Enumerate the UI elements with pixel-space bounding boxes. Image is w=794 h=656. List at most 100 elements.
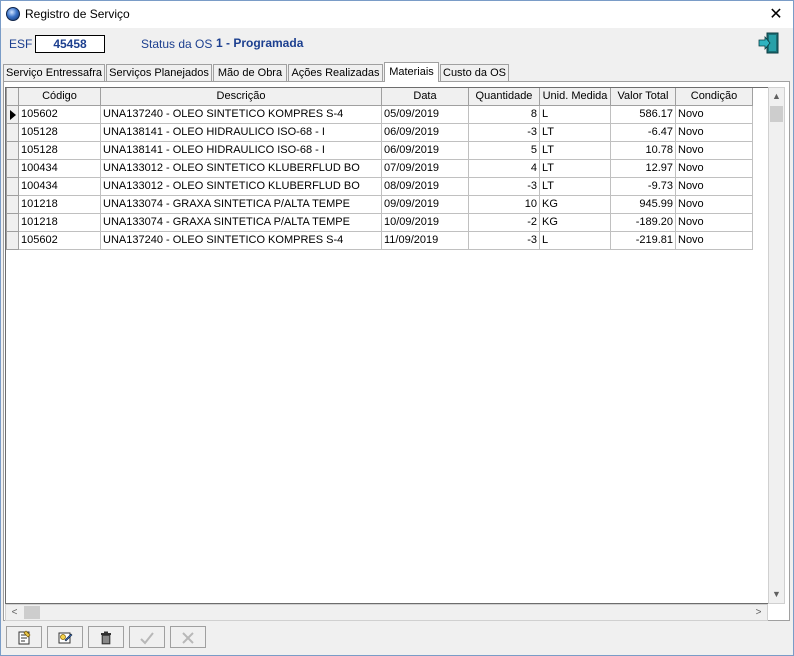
cell-condicao[interactable]: Novo — [675, 176, 753, 196]
cell-condicao[interactable]: Novo — [675, 122, 753, 142]
cell-valor-total[interactable]: -189.20 — [610, 212, 676, 232]
cell-data[interactable]: 06/09/2019 — [381, 140, 469, 160]
cell-codigo[interactable]: 105602 — [18, 230, 101, 250]
cell-descricao[interactable]: UNA138141 - OLEO HIDRAULICO ISO-68 - I — [100, 122, 382, 142]
column-header-descricao[interactable]: Descrição — [100, 88, 382, 106]
cell-data[interactable]: 10/09/2019 — [381, 212, 469, 232]
table-row[interactable]: 105128 UNA138141 - OLEO HIDRAULICO ISO-6… — [6, 122, 753, 142]
cell-unid-medida[interactable]: LT — [539, 140, 611, 160]
cell-descricao[interactable]: UNA133074 - GRAXA SINTETICA P/ALTA TEMPE — [100, 194, 382, 214]
cell-valor-total[interactable]: 945.99 — [610, 194, 676, 214]
column-header-valor-total[interactable]: Valor Total — [610, 88, 676, 106]
cell-codigo[interactable]: 105128 — [18, 122, 101, 142]
horizontal-scrollbar[interactable]: < > — [5, 604, 768, 621]
delete-button[interactable] — [88, 626, 124, 648]
cell-unid-medida[interactable]: LT — [539, 158, 611, 178]
cell-data[interactable]: 09/09/2019 — [381, 194, 469, 214]
horizontal-scroll-thumb[interactable] — [24, 606, 40, 619]
column-header-unid-medida[interactable]: Unid. Medida — [539, 88, 611, 106]
cell-valor-total[interactable]: -6.47 — [610, 122, 676, 142]
close-button[interactable]: ✕ — [759, 1, 793, 28]
row-indicator[interactable] — [6, 176, 19, 196]
row-indicator[interactable] — [6, 230, 19, 250]
cell-quantidade[interactable]: 5 — [468, 140, 540, 160]
esf-number-field[interactable]: 45458 — [35, 35, 105, 53]
cell-quantidade[interactable]: -2 — [468, 212, 540, 232]
cell-unid-medida[interactable]: L — [539, 104, 611, 124]
cell-condicao[interactable]: Novo — [675, 158, 753, 178]
cell-descricao[interactable]: UNA133074 - GRAXA SINTETICA P/ALTA TEMPE — [100, 212, 382, 232]
cell-quantidade[interactable]: 4 — [468, 158, 540, 178]
cell-valor-total[interactable]: 10.78 — [610, 140, 676, 160]
cell-data[interactable]: 05/09/2019 — [381, 104, 469, 124]
cell-condicao[interactable]: Novo — [675, 104, 753, 124]
row-indicator[interactable] — [6, 194, 19, 214]
column-header-condicao[interactable]: Condição — [675, 88, 753, 106]
table-row[interactable]: 100434 UNA133012 - OLEO SINTETICO KLUBER… — [6, 176, 753, 196]
cell-data[interactable]: 06/09/2019 — [381, 122, 469, 142]
cell-quantidade[interactable]: -3 — [468, 176, 540, 196]
row-indicator[interactable] — [6, 158, 19, 178]
cell-descricao[interactable]: UNA133012 - OLEO SINTETICO KLUBERFLUD BO — [100, 176, 382, 196]
exit-door-button[interactable] — [757, 32, 781, 54]
column-header-quantidade[interactable]: Quantidade — [468, 88, 540, 106]
cell-descricao[interactable]: UNA138141 - OLEO HIDRAULICO ISO-68 - I — [100, 140, 382, 160]
cell-descricao[interactable]: UNA133012 - OLEO SINTETICO KLUBERFLUD BO — [100, 158, 382, 178]
cancel-button[interactable] — [170, 626, 206, 648]
cell-codigo[interactable]: 105602 — [18, 104, 101, 124]
table-row[interactable]: 105602 UNA137240 - OLEO SINTETICO KOMPRE… — [6, 104, 753, 124]
tab-materiais[interactable]: Materiais — [384, 62, 439, 82]
new-record-button[interactable] — [6, 626, 42, 648]
cell-condicao[interactable]: Novo — [675, 230, 753, 250]
cell-unid-medida[interactable]: LT — [539, 176, 611, 196]
materials-grid[interactable]: Código Descrição Data Quantidade Unid. M… — [5, 87, 768, 604]
tab-mao-de-obra[interactable]: Mão de Obra — [213, 64, 287, 81]
cell-codigo[interactable]: 100434 — [18, 158, 101, 178]
cell-valor-total[interactable]: -219.81 — [610, 230, 676, 250]
scroll-right-icon[interactable]: > — [750, 605, 767, 620]
confirm-button[interactable] — [129, 626, 165, 648]
vertical-scrollbar[interactable]: ▲ ▼ — [768, 87, 785, 604]
edit-record-button[interactable] — [47, 626, 83, 648]
table-row[interactable]: 105128 UNA138141 - OLEO HIDRAULICO ISO-6… — [6, 140, 753, 160]
cell-quantidade[interactable]: -3 — [468, 122, 540, 142]
tab-servicos-planejados[interactable]: Serviços Planejados — [106, 64, 212, 81]
cell-valor-total[interactable]: 12.97 — [610, 158, 676, 178]
tab-custo-da-os[interactable]: Custo da OS — [440, 64, 509, 81]
cell-data[interactable]: 07/09/2019 — [381, 158, 469, 178]
tab-servico-entressafra[interactable]: Serviço Entressafra — [3, 64, 105, 81]
column-header-data[interactable]: Data — [381, 88, 469, 106]
cell-unid-medida[interactable]: KG — [539, 212, 611, 232]
row-indicator[interactable] — [6, 122, 19, 142]
table-row[interactable]: 101218 UNA133074 - GRAXA SINTETICA P/ALT… — [6, 194, 753, 214]
column-header-codigo[interactable]: Código — [18, 88, 101, 106]
cell-data[interactable]: 11/09/2019 — [381, 230, 469, 250]
cell-unid-medida[interactable]: KG — [539, 194, 611, 214]
cell-descricao[interactable]: UNA137240 - OLEO SINTETICO KOMPRES S-4 — [100, 104, 382, 124]
cell-condicao[interactable]: Novo — [675, 140, 753, 160]
scroll-up-icon[interactable]: ▲ — [769, 88, 784, 105]
table-row[interactable]: 105602 UNA137240 - OLEO SINTETICO KOMPRE… — [6, 230, 753, 250]
scroll-left-icon[interactable]: < — [6, 605, 23, 620]
cell-quantidade[interactable]: -3 — [468, 230, 540, 250]
tab-acoes-realizadas[interactable]: Ações Realizadas — [288, 64, 383, 81]
cell-unid-medida[interactable]: LT — [539, 122, 611, 142]
cell-quantidade[interactable]: 8 — [468, 104, 540, 124]
row-indicator[interactable] — [6, 104, 19, 124]
row-indicator[interactable] — [6, 212, 19, 232]
cell-valor-total[interactable]: -9.73 — [610, 176, 676, 196]
cell-valor-total[interactable]: 586.17 — [610, 104, 676, 124]
cell-unid-medida[interactable]: L — [539, 230, 611, 250]
cell-codigo[interactable]: 101218 — [18, 194, 101, 214]
cell-codigo[interactable]: 105128 — [18, 140, 101, 160]
cell-condicao[interactable]: Novo — [675, 194, 753, 214]
row-indicator[interactable] — [6, 140, 19, 160]
table-row[interactable]: 100434 UNA133012 - OLEO SINTETICO KLUBER… — [6, 158, 753, 178]
vertical-scroll-thumb[interactable] — [770, 106, 783, 122]
cell-data[interactable]: 08/09/2019 — [381, 176, 469, 196]
cell-descricao[interactable]: UNA137240 - OLEO SINTETICO KOMPRES S-4 — [100, 230, 382, 250]
cell-codigo[interactable]: 100434 — [18, 176, 101, 196]
cell-quantidade[interactable]: 10 — [468, 194, 540, 214]
cell-codigo[interactable]: 101218 — [18, 212, 101, 232]
cell-condicao[interactable]: Novo — [675, 212, 753, 232]
